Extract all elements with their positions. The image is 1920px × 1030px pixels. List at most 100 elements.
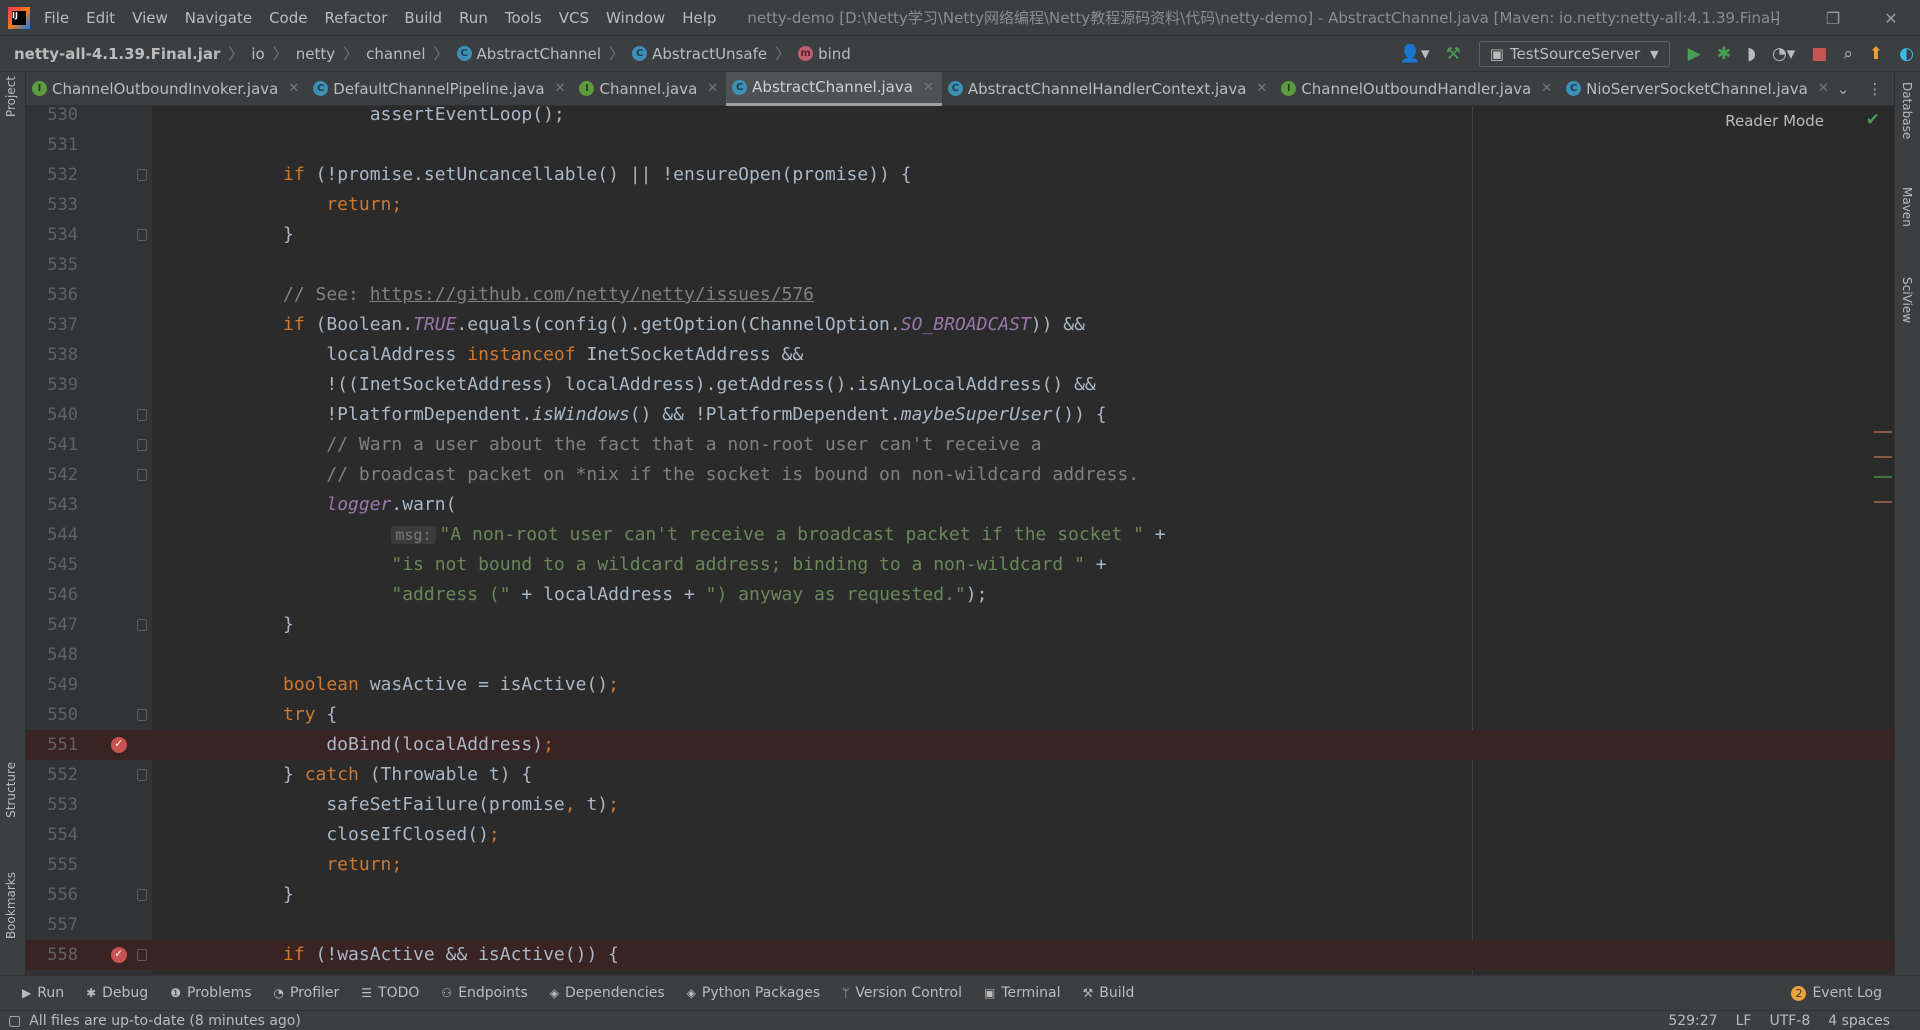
tab-abstractchannelhandlercontext[interactable]: C AbstractChannelHandlerContext.java ✕	[942, 72, 1275, 106]
close-tab-icon[interactable]: ✕	[1818, 81, 1829, 96]
breadcrumb-jar[interactable]: netty-all-4.1.39.Final.jar	[14, 45, 220, 63]
build-hammer-icon[interactable]: ⚒	[1445, 44, 1460, 64]
code-text: try {	[283, 700, 337, 730]
error-stripe-marker[interactable]	[1874, 431, 1892, 433]
toolwindow-terminal[interactable]: ▣ Terminal	[984, 985, 1061, 1001]
tab-defaultchannelpipeline[interactable]: C DefaultChannelPipeline.java ✕	[307, 72, 573, 106]
error-stripe-marker[interactable]	[1874, 456, 1892, 458]
run-config-select[interactable]: ▣ TestSourceServer ▼	[1478, 41, 1670, 67]
reader-mode-toggle[interactable]: Reader Mode	[1725, 112, 1824, 130]
breadcrumb-abstractchannel[interactable]: C AbstractChannel	[456, 45, 601, 63]
toolwindow-debug[interactable]: ✱ Debug	[86, 985, 148, 1001]
fold-marker-icon[interactable]	[137, 439, 147, 451]
toolwindow-version-control[interactable]: ᛘ Version Control	[842, 985, 962, 1001]
breadcrumb-channel[interactable]: channel	[366, 45, 425, 63]
fold-marker-icon[interactable]	[137, 949, 147, 961]
minimize-button[interactable]: –	[1746, 0, 1804, 36]
sciview-tool-button[interactable]: SciView	[1900, 277, 1914, 323]
menu-navigate[interactable]: Navigate	[185, 9, 252, 27]
search-icon[interactable]: ⌕	[1843, 44, 1853, 64]
menu-view[interactable]: View	[132, 9, 168, 27]
line-number: 550	[47, 705, 78, 725]
tab-list-chevron-icon[interactable]: ⌄	[1837, 80, 1850, 98]
profile-icon[interactable]: ◔▾	[1772, 44, 1795, 64]
menu-help[interactable]: Help	[682, 9, 716, 27]
code-line: 556}	[26, 880, 1894, 910]
indent-setting[interactable]: 4 spaces	[1828, 1013, 1890, 1029]
stop-icon[interactable]: ■	[1811, 44, 1827, 64]
file-encoding[interactable]: UTF-8	[1769, 1013, 1810, 1029]
debug-icon[interactable]: ✱	[1717, 44, 1731, 64]
fold-marker-icon[interactable]	[137, 709, 147, 721]
fold-marker-icon[interactable]	[137, 469, 147, 481]
menu-tools[interactable]: Tools	[505, 9, 542, 27]
code-token: ;	[608, 674, 619, 695]
breakpoint-icon[interactable]	[111, 938, 127, 968]
code-text: "is not bound to a wildcard address; bin…	[283, 550, 1106, 580]
error-stripe-marker[interactable]	[1874, 476, 1892, 478]
more-options-icon[interactable]: ⋮	[1867, 80, 1882, 98]
project-tool-button[interactable]: Project	[4, 76, 18, 117]
toolwindow-build[interactable]: ⚒ Build	[1082, 985, 1134, 1001]
menu-window[interactable]: Window	[606, 9, 665, 27]
breadcrumb-bind[interactable]: m bind	[798, 45, 851, 63]
toolwindow-run[interactable]: ▶ Run	[22, 985, 64, 1001]
fold-marker-icon[interactable]	[137, 229, 147, 241]
fold-marker-icon[interactable]	[137, 169, 147, 181]
menu-vcs[interactable]: VCS	[559, 9, 589, 27]
fold-marker-icon[interactable]	[137, 619, 147, 631]
caret-position[interactable]: 529:27	[1668, 1013, 1717, 1029]
inspection-ok-icon[interactable]: ✔	[1866, 110, 1880, 130]
close-window-button[interactable]: ✕	[1862, 0, 1920, 36]
menu-refactor[interactable]: Refactor	[324, 9, 387, 27]
fold-marker-icon[interactable]	[137, 409, 147, 421]
breakpoint-icon[interactable]	[111, 728, 127, 758]
toolbox-icon[interactable]: ◐	[1899, 44, 1914, 64]
close-tab-icon[interactable]: ✕	[555, 81, 566, 96]
event-log-button[interactable]: 2 Event Log	[1791, 985, 1882, 1001]
toolwindow-python-packages[interactable]: ◈ Python Packages	[687, 985, 821, 1001]
menu-run[interactable]: Run	[459, 9, 488, 27]
breadcrumb-netty[interactable]: netty	[296, 45, 335, 63]
breadcrumb-abstractunsafe[interactable]: C AbstractUnsafe	[632, 45, 767, 63]
tab-nioserversocketchannel[interactable]: C NioServerSocketChannel.java ✕	[1560, 72, 1837, 106]
code-line: 552} catch (Throwable t) {	[26, 760, 1894, 790]
menu-code[interactable]: Code	[269, 9, 307, 27]
update-icon[interactable]: ⬆	[1869, 44, 1883, 64]
coverage-icon[interactable]: ◗	[1747, 44, 1756, 64]
close-tab-icon[interactable]: ✕	[1541, 81, 1552, 96]
close-tab-icon[interactable]: ✕	[707, 81, 718, 96]
breadcrumb-io[interactable]: io	[251, 45, 264, 63]
tab-channeloutboundinvoker[interactable]: I ChannelOutboundInvoker.java ✕	[26, 72, 307, 106]
code-editor[interactable]: 530 assertEventLoop(); 531 532 if (!promise…	[26, 106, 1894, 975]
code-token: InetSocketAddress &&	[586, 344, 804, 365]
run-icon[interactable]: ▶	[1688, 44, 1701, 64]
menu-build[interactable]: Build	[404, 9, 442, 27]
menu-file[interactable]: File	[44, 9, 69, 27]
toolwindow-problems[interactable]: ❶ Problems	[170, 985, 251, 1001]
fold-marker-icon[interactable]	[137, 769, 147, 781]
tab-abstractchannel[interactable]: C AbstractChannel.java ✕	[726, 71, 942, 106]
endpoints-icon: ⚇	[441, 986, 453, 1000]
tab-channeloutboundhandler[interactable]: I ChannelOutboundHandler.java ✕	[1275, 72, 1560, 106]
toolwindow-todo[interactable]: ☰ TODO	[361, 985, 419, 1001]
maven-tool-button[interactable]: Maven	[1900, 187, 1914, 227]
menu-edit[interactable]: Edit	[86, 9, 115, 27]
toolwindow-endpoints[interactable]: ⚇ Endpoints	[441, 985, 527, 1001]
structure-tool-button[interactable]: Structure	[4, 762, 18, 818]
close-tab-icon[interactable]: ✕	[1256, 81, 1267, 96]
close-tab-icon[interactable]: ✕	[288, 81, 299, 96]
error-stripe-marker[interactable]	[1874, 501, 1892, 503]
line-separator[interactable]: LF	[1736, 1013, 1752, 1029]
bookmarks-tool-button[interactable]: Bookmarks	[4, 872, 18, 939]
database-tool-button[interactable]: Database	[1900, 82, 1914, 139]
tab-channel[interactable]: I Channel.java ✕	[573, 72, 726, 106]
close-tab-icon[interactable]: ✕	[923, 80, 934, 95]
user-icon[interactable]: 👤▾	[1400, 44, 1430, 64]
fold-marker-icon[interactable]	[137, 889, 147, 901]
restore-button[interactable]: ❐	[1804, 0, 1862, 36]
toolwindow-profiler[interactable]: ◔ Profiler	[274, 985, 340, 1001]
status-toggle-icon[interactable]: ▢	[8, 1013, 21, 1029]
build-icon: ⚒	[1082, 986, 1094, 1000]
toolwindow-dependencies[interactable]: ◈ Dependencies	[550, 985, 665, 1001]
